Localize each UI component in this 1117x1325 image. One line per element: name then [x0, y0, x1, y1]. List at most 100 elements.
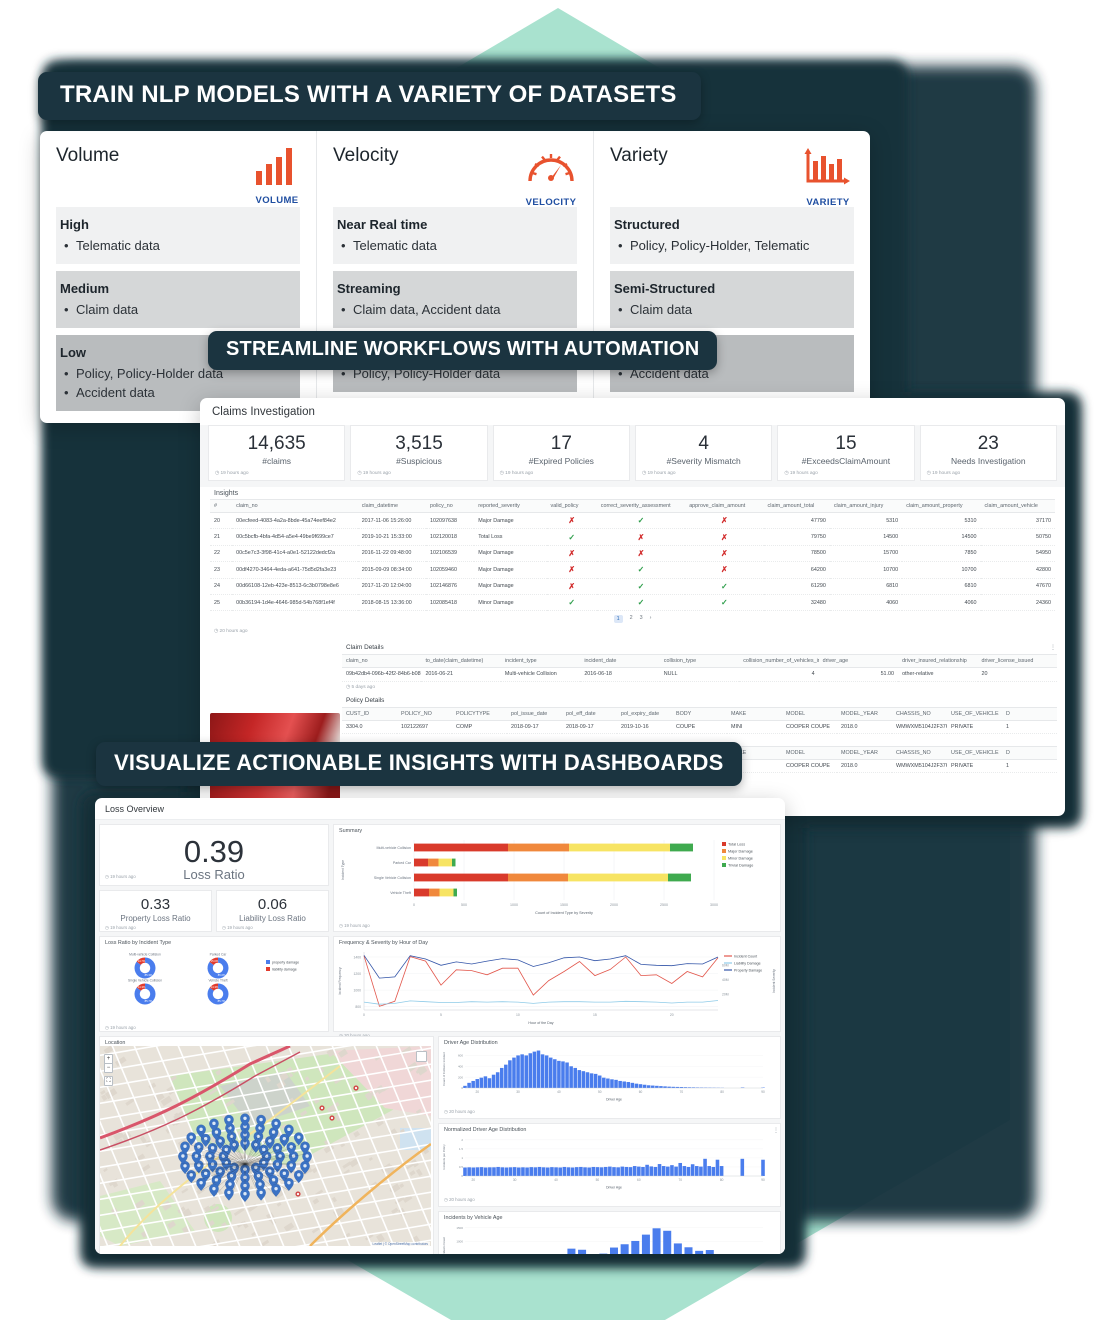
- summary-chart[interactable]: 050010001500200025003000Multi-vehicle Co…: [334, 834, 780, 921]
- column-header[interactable]: policy_no: [426, 500, 474, 513]
- table-cell: 3304.0: [342, 720, 397, 733]
- column-header[interactable]: collision_number_of_vehicles_involved: [739, 655, 818, 668]
- kpi-card[interactable]: 4 #Severity Mismatch ◷ 19 hours ago: [635, 425, 772, 481]
- column-header[interactable]: MODEL_YEAR: [837, 707, 892, 720]
- hourly-chart-card[interactable]: Frequency & Severity by Hour of Day 8001…: [333, 936, 781, 1032]
- column-header[interactable]: D: [1002, 707, 1057, 720]
- insights-pagination[interactable]: 123 ›: [200, 611, 1065, 626]
- column-header[interactable]: CUST_ID: [342, 707, 397, 720]
- column-header[interactable]: #: [210, 500, 232, 513]
- column-header[interactable]: POLICYTYPE: [452, 707, 507, 720]
- column-header[interactable]: claim_amount_injury: [830, 500, 902, 513]
- donut-chart-card[interactable]: Loss Ratio by Incident Type Multi-vehicl…: [99, 936, 329, 1032]
- driver-age-histogram[interactable]: 02004006002030405060708090Driver AgeCoun…: [439, 1046, 780, 1107]
- three-v-column-title: Volume: [56, 145, 119, 167]
- table-cell: 2017-11-06 15:26:00: [358, 513, 426, 529]
- column-header[interactable]: incident_date: [580, 655, 659, 668]
- table-row[interactable]: 2500b36194-1d4e-4646-985d-54b768f1ef4f20…: [210, 594, 1055, 610]
- column-header[interactable]: pol_eff_date: [562, 707, 617, 720]
- column-header[interactable]: claim_amount_vehicle: [981, 500, 1055, 513]
- kpi-card[interactable]: 15 #ExceedsClaimAmount ◷ 19 hours ago: [777, 425, 914, 481]
- column-header[interactable]: correct_severity_assessment: [597, 500, 685, 513]
- kpi-card[interactable]: 23 Needs Investigation ◷ 19 hours ago: [920, 425, 1057, 481]
- svg-text:30: 30: [513, 1178, 517, 1182]
- table-cell: PRIVATE: [947, 760, 1002, 773]
- table-row[interactable]: 2300df4270-3464-4eda-a641-75d5d2fa3e2320…: [210, 562, 1055, 578]
- map-zoom-out-button[interactable]: −: [104, 1063, 113, 1073]
- table-row[interactable]: 09b42db4-096b-42f2-84b6-b089817449ce2016…: [342, 668, 1057, 681]
- svg-text:40: 40: [554, 1178, 558, 1182]
- summary-chart-card[interactable]: Summary 050010001500200025003000Multi-ve…: [333, 824, 781, 932]
- policy-details-table[interactable]: CUST_IDPOLICY_NOPOLICYTYPEpol_issue_date…: [342, 707, 1057, 734]
- page-2[interactable]: 2: [630, 615, 633, 623]
- map-layers-icon[interactable]: [416, 1051, 427, 1062]
- table-cell: 10700: [830, 562, 902, 578]
- column-header[interactable]: claim_amount_property: [902, 500, 980, 513]
- page-1[interactable]: 1: [614, 615, 623, 623]
- table-cell: 2018-08-15 13:36:00: [358, 594, 426, 610]
- table-cell: 22: [210, 545, 232, 561]
- column-header[interactable]: driver_license_issued: [978, 655, 1058, 668]
- page-3[interactable]: 3: [640, 615, 643, 623]
- svg-text:Minor Damage: Minor Damage: [728, 857, 753, 861]
- svg-text:20: 20: [475, 1090, 479, 1094]
- column-header[interactable]: approve_claim_amount: [685, 500, 763, 513]
- page-›[interactable]: ›: [650, 615, 652, 623]
- column-header[interactable]: USE_OF_VEHICLE: [947, 707, 1002, 720]
- loss-ratio-donuts[interactable]: Multi-vehicle Collision85.3%14.7%Parked …: [100, 946, 328, 1023]
- svg-text:60: 60: [637, 1178, 641, 1182]
- kpi-card[interactable]: 14,635 #claims ◷ 19 hours ago: [208, 425, 345, 481]
- column-header[interactable]: CHASSIS_NO: [892, 747, 947, 760]
- column-header[interactable]: claim_no: [342, 655, 421, 668]
- more-options-icon[interactable]: ⋮: [773, 1127, 780, 1134]
- column-header[interactable]: CHASSIS_NO: [892, 707, 947, 720]
- kpi-card[interactable]: 17 #Expired Policies ◷ 19 hours ago: [493, 425, 630, 481]
- column-header[interactable]: MODEL: [782, 747, 837, 760]
- kpi-card[interactable]: 3,515 #Suspicious ◷ 19 hours ago: [350, 425, 487, 481]
- location-map-card[interactable]: Location +−⛶Leaflet | © OpenStreetMap co…: [99, 1036, 434, 1254]
- column-header[interactable]: driver_insured_relationship: [898, 655, 977, 668]
- column-header[interactable]: MODEL_YEAR: [837, 747, 892, 760]
- column-header[interactable]: reported_severity: [474, 500, 546, 513]
- column-header[interactable]: BODY: [672, 707, 727, 720]
- column-header[interactable]: pol_expiry_date: [617, 707, 672, 720]
- column-header[interactable]: USE_OF_VEHICLE: [947, 747, 1002, 760]
- column-header[interactable]: claim_amount_total: [764, 500, 830, 513]
- insights-table[interactable]: #claim_noclaim_datetimepolicy_noreported…: [210, 499, 1055, 611]
- column-header[interactable]: driver_age: [819, 655, 898, 668]
- more-options-icon[interactable]: ⋮: [1050, 644, 1057, 651]
- table-row[interactable]: 2100c5bcfb-4bfa-4d54-a5e4-49be9f699ce720…: [210, 529, 1055, 545]
- column-header[interactable]: MAKE: [727, 707, 782, 720]
- column-header[interactable]: collision_type: [660, 655, 739, 668]
- driver-age-card[interactable]: Driver Age Distribution 0200400600203040…: [438, 1036, 781, 1119]
- location-map[interactable]: +−⛶Leaflet | © OpenStreetMap contributor…: [100, 1046, 431, 1246]
- map-fullscreen-button[interactable]: ⛶: [104, 1076, 113, 1086]
- svg-text:Major Damage: Major Damage: [728, 850, 753, 854]
- table-row[interactable]: 2400d66108-12eb-423e-8513-6c3b0798e8e620…: [210, 578, 1055, 594]
- table-row[interactable]: 3304.0102122697COMP2018-09-172018-09-172…: [342, 720, 1057, 733]
- column-header[interactable]: D: [1002, 747, 1057, 760]
- table-cell: 32480: [764, 594, 830, 610]
- table-row[interactable]: 2000ecfeed-4083-4a2a-8bde-45a74eef84e220…: [210, 513, 1055, 529]
- column-header[interactable]: claim_no: [232, 500, 358, 513]
- claim-details-table[interactable]: claim_noto_date(claim_datetime)incident_…: [342, 654, 1057, 681]
- column-header[interactable]: incident_type: [501, 655, 580, 668]
- column-header[interactable]: to_date(claim_datetime): [421, 655, 500, 668]
- table-row[interactable]: 2200c5e7c3-3f98-41c4-a0e1-52122dedcf2a20…: [210, 545, 1055, 561]
- column-header[interactable]: claim_datetime: [358, 500, 426, 513]
- table-cell: Total Loss: [474, 529, 546, 545]
- kpi-timestamp: ◷ 19 hours ago: [357, 471, 480, 476]
- column-header[interactable]: valid_policy: [547, 500, 597, 513]
- column-header[interactable]: POLICY_NO: [397, 707, 452, 720]
- map-attribution: Leaflet | © OpenStreetMap contributors: [371, 1242, 430, 1246]
- hourly-line-chart[interactable]: 8001000120014000510152020M40M60MHour of …: [334, 946, 780, 1031]
- svg-text:Liability Damage: Liability Damage: [734, 961, 761, 965]
- column-header[interactable]: MODEL: [782, 707, 837, 720]
- vehicle-age-card[interactable]: Incidents by Vehicle Age 050010001500200…: [438, 1211, 781, 1254]
- table-cell: Major Damage: [474, 545, 546, 561]
- normalized-age-histogram[interactable]: 00.511.522030405060708090Driver AgeIncid…: [439, 1134, 780, 1195]
- vehicle-age-histogram[interactable]: 0500100015002000201020162020Vehicle Manu…: [439, 1221, 780, 1254]
- column-header[interactable]: pol_issue_date: [507, 707, 562, 720]
- normalized-age-card[interactable]: Normalized Driver Age Distribution ⋮ 00.…: [438, 1123, 781, 1207]
- claim-photo-thumbnail[interactable]: [210, 642, 340, 708]
